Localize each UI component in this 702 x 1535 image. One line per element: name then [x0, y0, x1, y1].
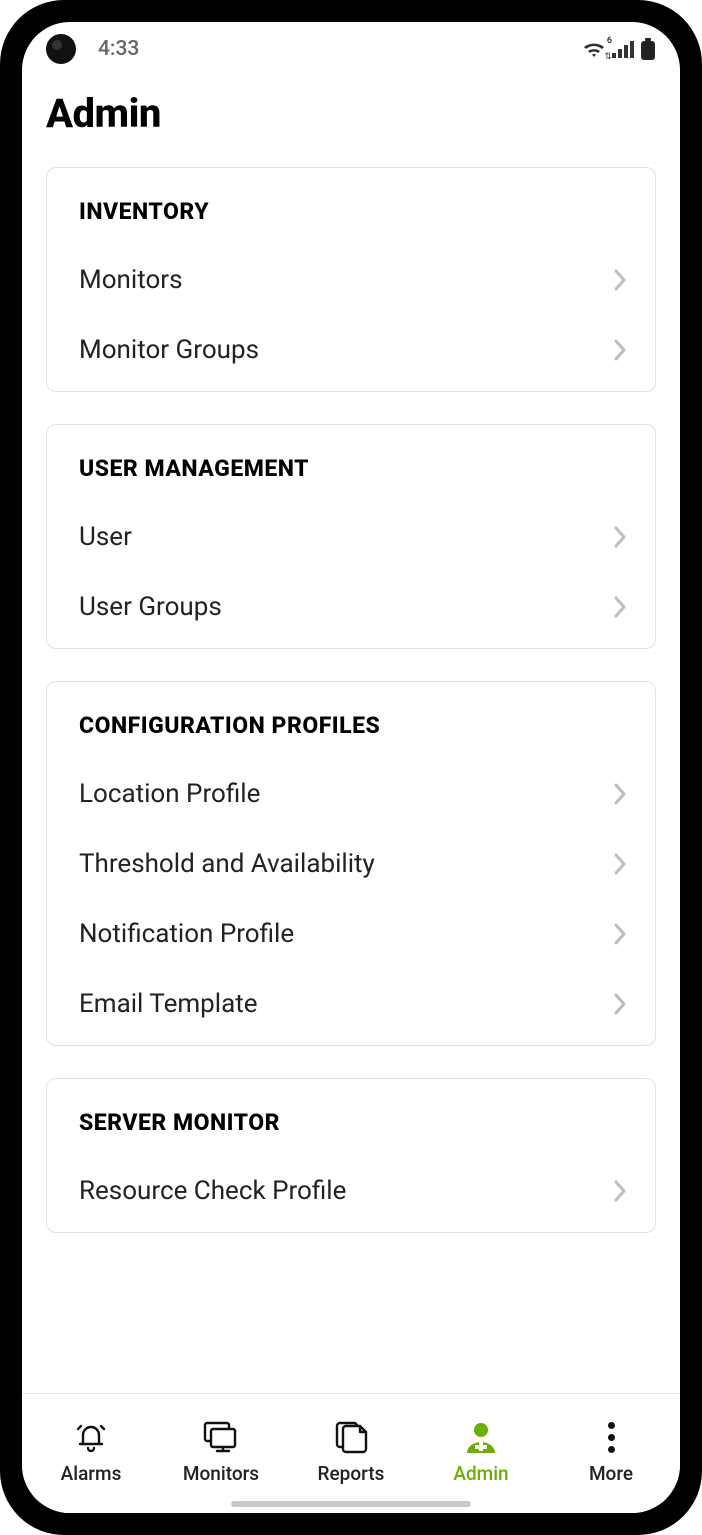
row-monitor-groups[interactable]: Monitor Groups [47, 315, 655, 385]
section-heading: USER MANAGEMENT [47, 445, 655, 502]
nav-label: Monitors [183, 1462, 259, 1485]
row-label: User Groups [79, 592, 222, 622]
row-label: Resource Check Profile [79, 1176, 346, 1206]
nav-label: Reports [318, 1462, 385, 1485]
front-camera [46, 34, 76, 64]
bell-icon [73, 1418, 109, 1456]
admin-icon [461, 1418, 501, 1456]
page-content: Admin INVENTORY Monitors Monitor Groups … [22, 76, 680, 1393]
monitor-icon [201, 1418, 241, 1456]
nav-label: Admin [453, 1462, 508, 1485]
section-inventory: INVENTORY Monitors Monitor Groups [46, 167, 656, 392]
section-heading: CONFIGURATION PROFILES [47, 702, 655, 759]
scroll-area[interactable]: INVENTORY Monitors Monitor Groups USER M… [22, 167, 680, 1386]
chevron-right-icon [613, 853, 627, 875]
section-configuration-profiles: CONFIGURATION PROFILES Location Profile … [46, 681, 656, 1046]
nav-reports[interactable]: Reports [286, 1418, 416, 1485]
chevron-right-icon [613, 269, 627, 291]
section-user-management: USER MANAGEMENT User User Groups [46, 424, 656, 649]
signal-icon [612, 40, 634, 58]
row-label: Notification Profile [79, 919, 294, 949]
chevron-right-icon [613, 339, 627, 361]
row-label: User [79, 522, 132, 552]
nav-label: Alarms [61, 1462, 122, 1485]
device-frame: 4:33 6 ⇅ Admin INVENTORY [0, 0, 702, 1535]
status-bar: 4:33 6 ⇅ [22, 22, 680, 76]
row-resource-check-profile[interactable]: Resource Check Profile [47, 1156, 655, 1226]
screen: 4:33 6 ⇅ Admin INVENTORY [22, 22, 680, 1513]
nav-alarms[interactable]: Alarms [26, 1418, 156, 1485]
bottom-nav: Alarms Monitors [22, 1393, 680, 1513]
status-icons: 6 ⇅ [582, 38, 656, 60]
section-heading: SERVER MONITOR [47, 1099, 655, 1156]
row-user-groups[interactable]: User Groups [47, 572, 655, 642]
nav-admin[interactable]: Admin [416, 1418, 546, 1485]
row-label: Monitor Groups [79, 335, 259, 365]
chevron-right-icon [613, 783, 627, 805]
row-user[interactable]: User [47, 502, 655, 572]
section-heading: INVENTORY [47, 188, 655, 245]
chevron-right-icon [613, 923, 627, 945]
chevron-right-icon [613, 1180, 627, 1202]
row-threshold-availability[interactable]: Threshold and Availability [47, 829, 655, 899]
row-label: Email Template [79, 989, 258, 1019]
status-time: 4:33 [98, 37, 139, 61]
row-label: Threshold and Availability [79, 849, 375, 879]
battery-icon [640, 38, 656, 60]
chevron-right-icon [613, 526, 627, 548]
wifi-icon: 6 ⇅ [582, 40, 606, 58]
page-title: Admin [22, 76, 680, 167]
nav-label: More [589, 1462, 633, 1485]
nav-monitors[interactable]: Monitors [156, 1418, 286, 1485]
row-notification-profile[interactable]: Notification Profile [47, 899, 655, 969]
more-icon [608, 1418, 615, 1456]
row-label: Location Profile [79, 779, 260, 809]
row-email-template[interactable]: Email Template [47, 969, 655, 1039]
row-monitors[interactable]: Monitors [47, 245, 655, 315]
chevron-right-icon [613, 993, 627, 1015]
document-icon [332, 1418, 370, 1456]
row-label: Monitors [79, 265, 183, 295]
section-server-monitor: SERVER MONITOR Resource Check Profile [46, 1078, 656, 1233]
chevron-right-icon [613, 596, 627, 618]
row-location-profile[interactable]: Location Profile [47, 759, 655, 829]
home-indicator [231, 1501, 471, 1507]
nav-more[interactable]: More [546, 1418, 676, 1485]
